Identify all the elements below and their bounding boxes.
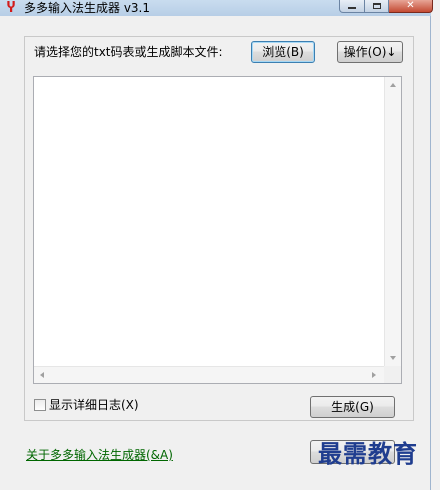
scroll-right-icon[interactable] — [372, 372, 376, 378]
close-button[interactable]: ✕ — [389, 0, 433, 13]
maximize-button[interactable] — [365, 0, 389, 13]
app-logo-icon: Ⴤ — [6, 0, 16, 16]
window-title: 多多输入法生成器 v3.1 — [24, 1, 151, 15]
scroll-left-icon[interactable] — [40, 372, 44, 378]
minimize-icon — [348, 7, 356, 9]
operation-menu-button[interactable]: 操作(O)↓ — [337, 41, 403, 63]
scrollbar-corner — [384, 366, 401, 383]
maximize-icon — [372, 3, 381, 9]
detail-log-checkbox[interactable] — [34, 399, 46, 411]
file-prompt-label: 请选择您的txt码表或生成脚本文件: — [34, 45, 223, 59]
minimize-button[interactable] — [339, 0, 365, 13]
about-link[interactable]: 关于多多输入法生成器(&A) — [26, 447, 173, 463]
scroll-up-icon[interactable] — [390, 83, 396, 87]
scroll-down-icon[interactable] — [390, 356, 396, 360]
log-textarea[interactable] — [33, 76, 402, 384]
vertical-scrollbar[interactable] — [384, 77, 401, 366]
window-controls: ✕ — [339, 0, 433, 13]
close-icon: ✕ — [406, 0, 415, 11]
generate-button[interactable]: 生成(G) — [310, 396, 395, 418]
title-bar[interactable]: Ⴤ 多多输入法生成器 v3.1 ✕ — [0, 0, 433, 16]
browse-button[interactable]: 浏览(B) — [251, 41, 315, 63]
horizontal-scrollbar[interactable] — [34, 366, 384, 383]
detail-log-label[interactable]: 显示详细日志(X) — [49, 397, 139, 413]
watermark-text: 最需教育 — [318, 439, 418, 468]
